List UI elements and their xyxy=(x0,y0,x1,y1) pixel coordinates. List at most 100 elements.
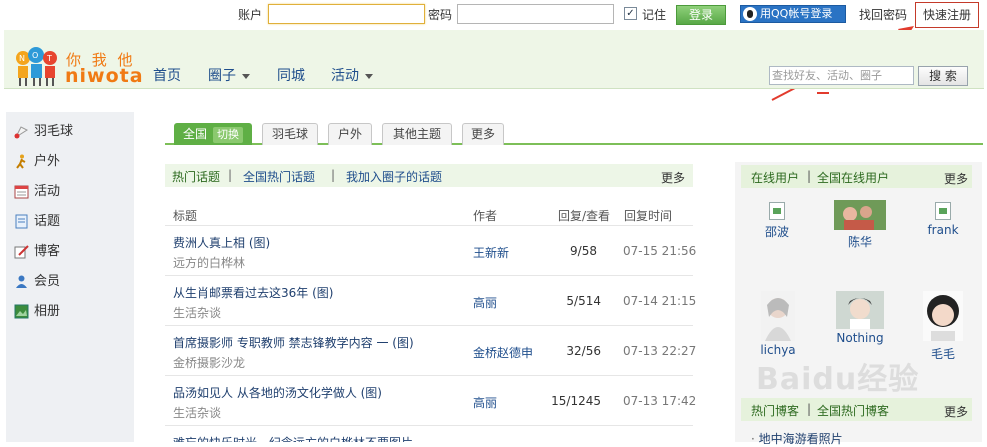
topics-more-link[interactable]: 更多 xyxy=(661,169,685,186)
topic-reply-count: 9/58 xyxy=(570,244,597,258)
topic-title-link[interactable]: 费洲人真上相 (图) xyxy=(173,234,270,251)
sidebar-item-label: 博客 xyxy=(34,244,61,259)
nav-circles[interactable]: 圈子 xyxy=(208,65,250,85)
svg-text:N: N xyxy=(19,54,25,63)
blog-list-item[interactable]: · 地中海游看照片 xyxy=(751,430,843,447)
hot-topics-header: 热门话题 | 全国热门话题 | 我加入圈子的话题 更多 xyxy=(165,164,693,187)
svg-text:T: T xyxy=(46,54,52,63)
pen-icon xyxy=(14,245,29,259)
national-online-users-link[interactable]: 全国在线用户 xyxy=(817,169,889,186)
topic-reply-time: 07-15 21:56 xyxy=(623,244,697,258)
user-name: Nothing xyxy=(836,331,884,345)
avatar xyxy=(761,291,795,341)
password-label: 密码 xyxy=(428,8,453,22)
online-more-link[interactable]: 更多 xyxy=(944,170,968,187)
separator: | xyxy=(807,169,812,183)
tab-more[interactable]: 更多 xyxy=(462,123,504,145)
col-title: 标题 xyxy=(173,209,198,223)
table-row: 从生肖邮票看过去这36年 (图) 生活杂谈 高丽 5/514 07-14 21:… xyxy=(165,275,697,325)
hot-topics-link[interactable]: 热门话题 xyxy=(172,168,220,185)
topic-author-link[interactable]: 王新新 xyxy=(473,244,509,261)
nav-activities-label: 活动 xyxy=(331,68,359,84)
calendar-icon xyxy=(14,185,29,199)
hot-blogs-more-link[interactable]: 更多 xyxy=(944,403,968,420)
broken-image-icon xyxy=(935,202,951,220)
blog-title: 地中海游看照片 xyxy=(758,432,843,446)
topic-reply-count: 32/56 xyxy=(566,344,601,358)
sidebar-item-label: 活动 xyxy=(34,184,61,199)
password-input[interactable] xyxy=(457,4,614,24)
nav-home[interactable]: 首页 xyxy=(153,65,181,85)
hot-blogs-link[interactable]: 热门博客 xyxy=(751,402,799,419)
chevron-down-icon xyxy=(365,73,373,79)
topic-group-link[interactable]: 生活杂谈 xyxy=(173,404,221,421)
national-hot-blogs-link[interactable]: 全国热门博客 xyxy=(817,402,889,419)
my-circle-topics-link[interactable]: 我加入圈子的话题 xyxy=(346,168,442,185)
tab-outdoor[interactable]: 户外 xyxy=(328,123,372,145)
separator: | xyxy=(807,402,812,416)
nav-circles-label: 圈子 xyxy=(208,68,236,84)
table-row: 首席摄影师 专职教师 禁志锋教学内容 一 (图) 金桥摄影沙龙 金桥赵德申 32… xyxy=(165,325,697,375)
user-name: 毛毛 xyxy=(930,347,955,361)
account-label: 账户 xyxy=(238,8,263,22)
topic-author-link[interactable]: 金桥赵德申 xyxy=(473,344,533,361)
tab-national-label: 全国 xyxy=(182,127,207,141)
sidebar-item-label: 户外 xyxy=(34,154,61,169)
separator: | xyxy=(228,168,233,182)
topic-group-link[interactable]: 生活杂谈 xyxy=(173,304,221,321)
topic-reply-count: 15/1245 xyxy=(551,394,601,408)
qq-penguin-icon xyxy=(743,7,757,21)
search-button[interactable]: 搜 索 xyxy=(918,66,968,86)
hiker-icon xyxy=(16,154,26,169)
user-name: 邵波 xyxy=(764,225,789,239)
tab-national[interactable]: 全国 切换 xyxy=(174,123,252,145)
user-name: 陈华 xyxy=(847,235,872,249)
sidebar-item-label: 相册 xyxy=(34,304,61,319)
login-button[interactable]: 登录 xyxy=(676,5,726,25)
table-row: 难忘的快乐时光，纪念远方的白桦林不要图片 xyxy=(165,425,693,442)
nav-activities[interactable]: 活动 xyxy=(331,65,373,85)
topic-reply-time: 07-13 22:27 xyxy=(623,344,697,358)
avatar xyxy=(923,291,963,341)
tab-badminton[interactable]: 羽毛球 xyxy=(262,123,318,145)
search-input[interactable]: 查找好友、活动、圈子 xyxy=(769,66,914,85)
qq-login-label: 用QQ帐号登录 xyxy=(760,7,833,20)
topic-group-link[interactable]: 远方的白桦林 xyxy=(173,254,245,271)
col-reply-time: 回复时间 xyxy=(624,209,673,223)
topic-reply-time: 07-13 17:42 xyxy=(623,394,697,408)
sidebar-item-label: 羽毛球 xyxy=(34,124,74,139)
remember-label: 记住 xyxy=(642,8,667,22)
topic-title-link[interactable]: 难忘的快乐时光，纪念远方的白桦林不要图片 xyxy=(173,434,413,442)
channel-tabs: 全国 切换 羽毛球 户外 其他主题 更多 xyxy=(165,121,983,145)
chevron-down-icon xyxy=(242,73,250,79)
col-reply-view: 回复/查看 xyxy=(558,209,611,223)
nav-city[interactable]: 同城 xyxy=(277,65,305,85)
topic-title-link[interactable]: 品汤如见人 从各地的汤文化学做人 (图) xyxy=(173,384,382,401)
online-users-link[interactable]: 在线用户 xyxy=(751,169,799,186)
remember-checkbox[interactable]: ✓ xyxy=(624,7,637,20)
tab-other-topics[interactable]: 其他主题 xyxy=(382,123,452,145)
bullet-icon: · xyxy=(751,432,759,446)
online-users-header: 在线用户 | 全国在线用户 更多 xyxy=(741,165,972,188)
topic-title-link[interactable]: 首席摄影师 专职教师 禁志锋教学内容 一 (图) xyxy=(173,334,414,351)
site-header: N O T 你 我 他 niwota 首页 圈子 同城 活动 查找好友、活动、圈… xyxy=(4,30,984,89)
account-input[interactable] xyxy=(268,4,425,24)
separator: | xyxy=(331,168,336,182)
baidu-watermark: Baidu经验 xyxy=(756,362,920,397)
photo-icon xyxy=(14,304,29,319)
topic-reply-count: 5/514 xyxy=(566,294,601,308)
topic-reply-time: 07-14 21:15 xyxy=(623,294,697,308)
broken-image-icon xyxy=(769,202,785,220)
topic-author-link[interactable]: 高丽 xyxy=(473,394,497,411)
national-hot-topics-link[interactable]: 全国热门话题 xyxy=(243,168,315,185)
sidebar-item-label: 话题 xyxy=(34,214,61,229)
quick-register-link[interactable]: 快速注册 xyxy=(915,2,979,28)
switch-button[interactable]: 切换 xyxy=(213,127,243,143)
table-row: 品汤如见人 从各地的汤文化学做人 (图) 生活杂谈 高丽 15/1245 07-… xyxy=(165,375,697,425)
logo-en-text: niwota xyxy=(65,65,144,87)
topic-group-link[interactable]: 金桥摄影沙龙 xyxy=(173,354,245,371)
topic-title-link[interactable]: 从生肖邮票看过去这36年 (图) xyxy=(173,284,333,301)
hot-blogs-header: 热门博客 | 全国热门博客 更多 xyxy=(741,398,972,421)
col-author: 作者 xyxy=(473,209,498,223)
topic-author-link[interactable]: 高丽 xyxy=(473,294,497,311)
